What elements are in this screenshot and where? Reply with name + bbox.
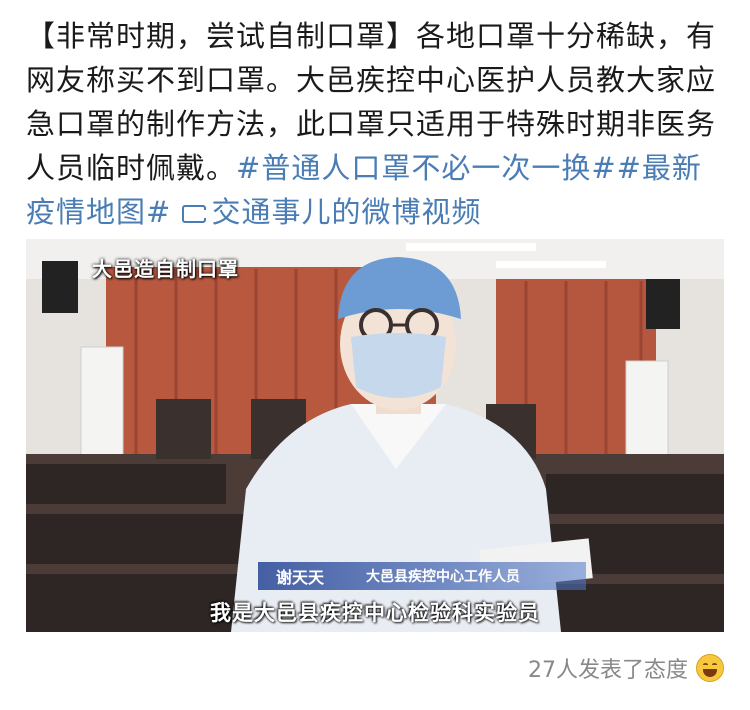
channel-logo: 大邑造自制口罩: [92, 257, 239, 281]
video-subtitle: 我是大邑县疾控中心检验科实验员: [210, 601, 540, 625]
video-icon: [181, 205, 206, 223]
video-source-link[interactable]: 交通事儿的微博视频: [181, 195, 482, 229]
speaker-name: 谢天天: [276, 568, 325, 587]
video-player[interactable]: 大邑造自制口罩 谢天天 大邑县疾控中心工作人员 我是大邑县疾控中心检验科实验员: [26, 239, 724, 632]
grinning-emoji-icon: [696, 654, 724, 682]
video-source-label: 交通事儿的微博视频: [211, 195, 482, 229]
speaker-caption: 谢天天 大邑县疾控中心工作人员: [258, 562, 586, 590]
reactions-count: 27人发表了态度: [528, 658, 688, 683]
speaker-role: 大邑县疾控中心工作人员: [366, 569, 520, 585]
post-text: 【非常时期，尝试自制口罩】各地口罩十分稀缺，有网友称买不到口罩。大邑疾控中心医护…: [26, 14, 730, 234]
hashtag-link[interactable]: #普通人口罩不必一次一换#: [236, 151, 617, 185]
reactions-footer[interactable]: 27人发表了态度: [528, 652, 724, 684]
